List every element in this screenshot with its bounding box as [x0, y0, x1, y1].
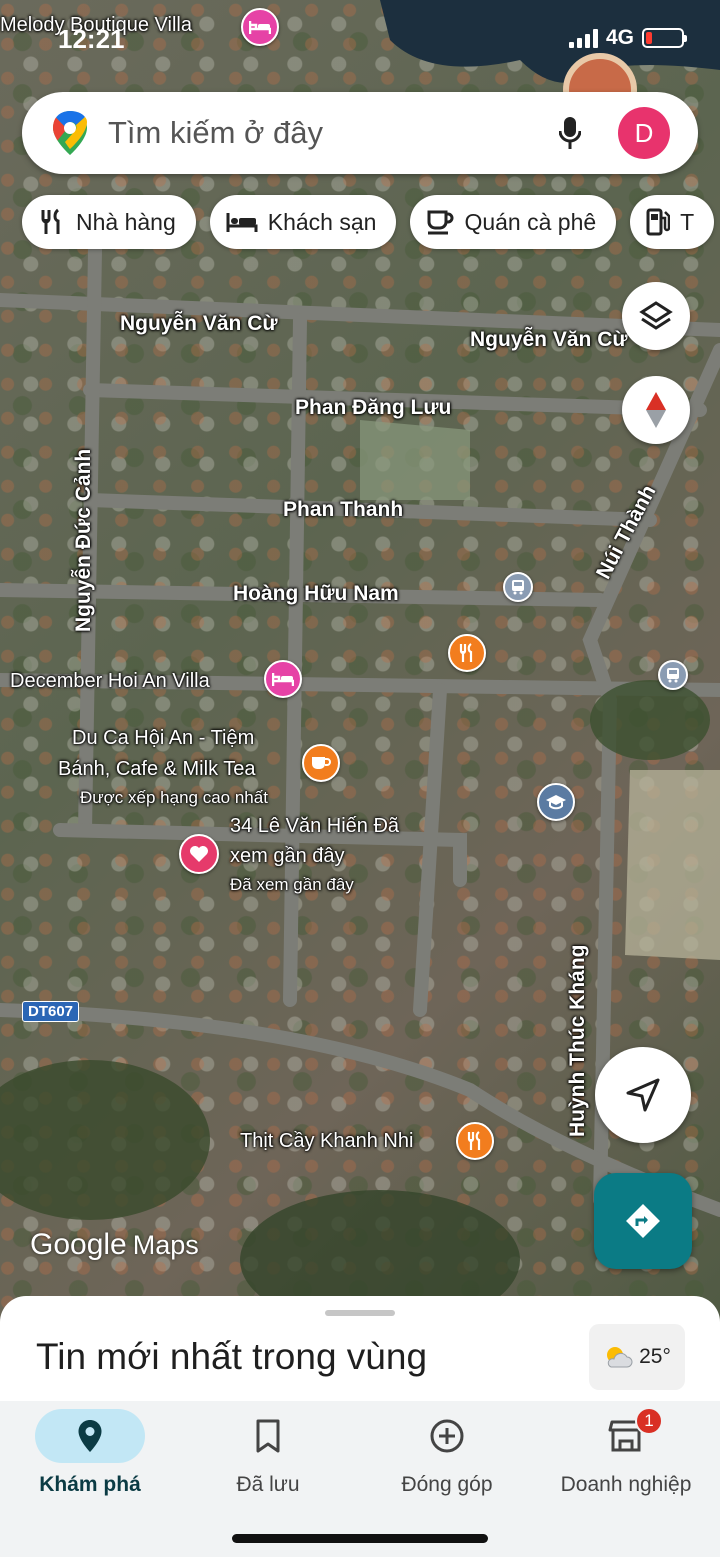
compass-icon — [646, 392, 666, 428]
nav-saved[interactable]: Đã lưu — [178, 1409, 358, 1497]
layers-button[interactable] — [622, 282, 690, 350]
place-rating-note: Được xếp hạng cao nhất — [80, 788, 268, 807]
status-time: 12:21 — [58, 24, 125, 54]
street-label: Hoàng Hữu Nam — [233, 582, 399, 605]
road-shield: DT607 — [22, 1001, 80, 1022]
category-chips: Nhà hàng Khách sạn Quán cà phê T — [22, 195, 720, 249]
temperature: 25° — [639, 1345, 671, 1368]
restaurant-pin-icon[interactable] — [448, 634, 486, 672]
nav-business[interactable]: 1 Doanh nghiệp — [536, 1407, 716, 1497]
school-pin-icon[interactable] — [537, 783, 575, 821]
chip-hotels[interactable]: Khách sạn — [209, 195, 397, 249]
microphone-icon[interactable] — [550, 113, 590, 153]
street-label: Nguyễn Văn Cừ — [470, 328, 628, 351]
street-label: Nguyễn Văn Cừ — [120, 312, 278, 335]
search-bar[interactable]: D — [22, 92, 698, 174]
status-indicators: 4G — [568, 26, 687, 50]
search-input[interactable] — [108, 115, 528, 151]
bus-stop-icon[interactable] — [658, 660, 688, 690]
saved-place-label-line2[interactable]: xem gần đây — [230, 845, 345, 868]
chip-coffee[interactable]: Quán cà phê — [410, 195, 617, 249]
partly-cloudy-icon — [607, 1347, 633, 1368]
street-label: Huỳnh Thúc Kháng — [566, 944, 589, 1138]
nav-contribute[interactable]: Đóng góp — [357, 1409, 537, 1497]
layers-icon — [639, 301, 673, 330]
sheet-drag-handle[interactable] — [325, 1310, 395, 1316]
account-avatar[interactable]: D — [618, 107, 670, 159]
place-label-duca-line2[interactable]: Bánh, Cafe & Milk Tea — [58, 758, 256, 781]
battery-icon — [642, 28, 687, 48]
network-type: 4G — [605, 26, 634, 49]
hotel-pin-icon[interactable] — [241, 8, 279, 46]
google-maps-logo-icon — [53, 111, 87, 155]
explore-pin-icon — [78, 1420, 102, 1452]
add-circle-icon — [430, 1419, 464, 1453]
chip-gas[interactable]: T — [630, 195, 715, 249]
google-maps-watermark: Google Maps — [30, 1228, 199, 1261]
navigation-arrow-icon — [626, 1078, 660, 1112]
bookmark-icon — [256, 1419, 280, 1453]
restaurant-icon — [41, 208, 60, 234]
saved-place-label[interactable]: 34 Lê Văn Hiến Đã — [230, 815, 399, 838]
street-label: Phan Thanh — [283, 498, 404, 521]
signal-icon — [568, 28, 598, 48]
sheet-title: Tin mới nhất trong vùng — [36, 1336, 428, 1377]
compass-button[interactable] — [622, 376, 690, 444]
place-label-thitcay[interactable]: Thịt Cầy Khanh Nhi — [240, 1130, 413, 1153]
coffee-icon — [427, 210, 454, 235]
notification-badge: 1 — [635, 1407, 663, 1435]
restaurant-pin-icon[interactable] — [456, 1122, 494, 1160]
nav-explore[interactable]: Khám phá — [0, 1409, 180, 1497]
street-label: Phan Đăng Lưu — [295, 396, 452, 419]
hotel-icon — [226, 213, 258, 232]
gas-station-icon — [646, 208, 671, 236]
weather-chip[interactable]: 25° — [589, 1324, 685, 1390]
place-label-december[interactable]: December Hoi An Villa — [10, 670, 210, 693]
saved-place-heart-icon[interactable] — [179, 834, 219, 874]
chip-restaurants[interactable]: Nhà hàng — [22, 195, 196, 249]
place-label-duca[interactable]: Du Ca Hội An - Tiệm — [72, 727, 254, 750]
home-indicator[interactable] — [232, 1534, 488, 1543]
my-location-button[interactable] — [595, 1047, 691, 1143]
bus-stop-icon[interactable] — [503, 572, 533, 602]
directions-button[interactable] — [594, 1173, 692, 1269]
hotel-pin-icon[interactable] — [264, 660, 302, 698]
saved-place-note: Đã xem gần đây — [230, 875, 354, 894]
cafe-pin-icon[interactable] — [302, 744, 340, 782]
street-label: Nguyễn Đức Cảnh — [72, 448, 95, 632]
directions-icon — [626, 1204, 660, 1238]
